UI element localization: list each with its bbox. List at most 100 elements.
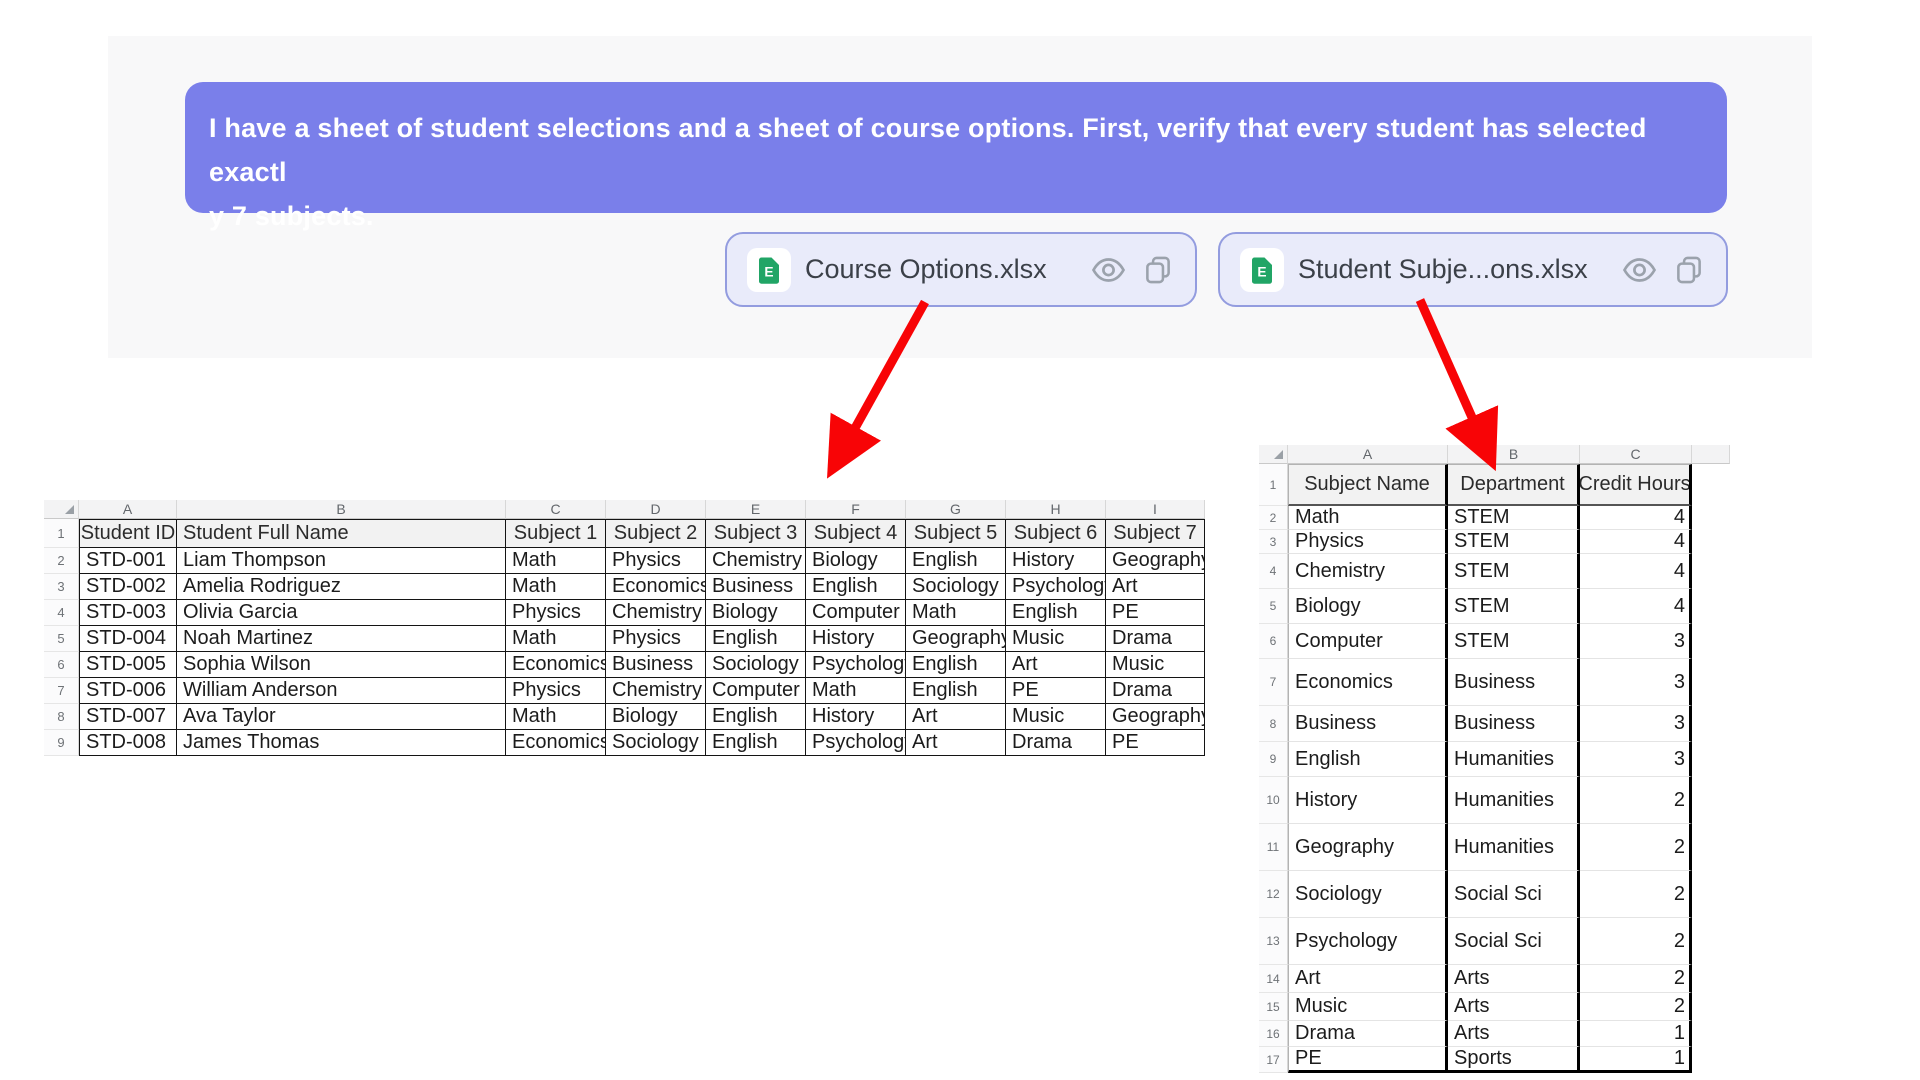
cell: Geography xyxy=(1106,704,1205,730)
cell: Noah Martinez xyxy=(177,626,506,652)
cell: Biology xyxy=(806,548,906,574)
cell: Economics xyxy=(606,574,706,600)
cell: Computer xyxy=(706,678,806,704)
cell: 2 xyxy=(1580,777,1692,824)
cell: Sports xyxy=(1448,1047,1580,1073)
cell: 3 xyxy=(1580,659,1692,706)
cell: Sociology xyxy=(706,652,806,678)
cell: Arts xyxy=(1448,993,1580,1021)
cell: Drama xyxy=(1106,678,1205,704)
cell: William Anderson xyxy=(177,678,506,704)
header-cell: Subject 1 xyxy=(506,519,606,548)
cell: English xyxy=(806,574,906,600)
column-letter: G xyxy=(906,500,1006,519)
header-cell: Subject 5 xyxy=(906,519,1006,548)
attachment-chip-student-subjects[interactable]: E Student Subje...ons.xlsx xyxy=(1218,232,1728,307)
row-number: 6 xyxy=(1259,624,1288,659)
header-cell: Subject 4 xyxy=(806,519,906,548)
cell: 4 xyxy=(1580,554,1692,589)
cell: 2 xyxy=(1580,965,1692,993)
cell: STEM xyxy=(1448,530,1580,554)
cell: Math xyxy=(506,704,606,730)
header-cell: Subject 6 xyxy=(1006,519,1106,548)
cell: STEM xyxy=(1448,506,1580,530)
cell: Music xyxy=(1288,993,1448,1021)
cell: Physics xyxy=(606,548,706,574)
header-cell: Student Full Name xyxy=(177,519,506,548)
attachment-chip-course-options[interactable]: E Course Options.xlsx xyxy=(725,232,1197,307)
cell: Business xyxy=(1448,659,1580,706)
cell: 2 xyxy=(1580,871,1692,918)
column-letter: D xyxy=(606,500,706,519)
cell: Economics xyxy=(1288,659,1448,706)
row-number: 15 xyxy=(1259,993,1288,1021)
cell: Biology xyxy=(1288,589,1448,624)
cell: PE xyxy=(1106,730,1205,756)
row-number: 2 xyxy=(1259,506,1288,530)
column-letter: B xyxy=(1448,445,1580,464)
cell: Psychology xyxy=(1006,574,1106,600)
cell: PE xyxy=(1006,678,1106,704)
row-number: 4 xyxy=(1259,554,1288,589)
excel-file-icon: E xyxy=(747,248,791,292)
cell: Liam Thompson xyxy=(177,548,506,574)
cell: Sociology xyxy=(606,730,706,756)
cell: Chemistry xyxy=(706,548,806,574)
cell: Physics xyxy=(506,678,606,704)
row-number: 5 xyxy=(1259,589,1288,624)
cell: Physics xyxy=(606,626,706,652)
cell: Math xyxy=(1288,506,1448,530)
preview-eye-icon[interactable] xyxy=(1621,255,1658,285)
cell: Chemistry xyxy=(1288,554,1448,589)
column-letter xyxy=(1692,445,1730,464)
row-number: 11 xyxy=(1259,824,1288,871)
row-number: 14 xyxy=(1259,965,1288,993)
attachment-filename: Course Options.xlsx xyxy=(805,254,1076,285)
cell: Computer xyxy=(1288,624,1448,659)
row-number: 7 xyxy=(44,678,79,704)
column-letter: H xyxy=(1006,500,1106,519)
preview-eye-icon[interactable] xyxy=(1090,255,1127,285)
row-number: 13 xyxy=(1259,918,1288,965)
cell: Art xyxy=(906,704,1006,730)
cell: Business xyxy=(706,574,806,600)
column-letter: F xyxy=(806,500,906,519)
cell: STD-004 xyxy=(79,626,177,652)
cell: Math xyxy=(506,626,606,652)
cell: Geography xyxy=(906,626,1006,652)
row-number: 17 xyxy=(1259,1047,1288,1073)
cell: Business xyxy=(1448,706,1580,742)
row-number: 9 xyxy=(44,730,79,756)
cell: Music xyxy=(1006,626,1106,652)
row-number: 2 xyxy=(44,548,79,574)
cell: Math xyxy=(906,600,1006,626)
cell: Physics xyxy=(1288,530,1448,554)
cell: PE xyxy=(1288,1047,1448,1073)
column-letter: A xyxy=(79,500,177,519)
cell: Music xyxy=(1106,652,1205,678)
cell: History xyxy=(1288,777,1448,824)
chat-panel: I have a sheet of student selections and… xyxy=(108,36,1812,358)
header-cell: Subject 2 xyxy=(606,519,706,548)
cell: 4 xyxy=(1580,530,1692,554)
cell: Psychology xyxy=(806,730,906,756)
copy-icon[interactable] xyxy=(1672,253,1706,287)
cell: Biology xyxy=(606,704,706,730)
row-number: 8 xyxy=(1259,706,1288,742)
cell: History xyxy=(806,626,906,652)
row-number: 10 xyxy=(1259,777,1288,824)
cell: Geography xyxy=(1106,548,1205,574)
cell: Drama xyxy=(1288,1021,1448,1047)
cell: 2 xyxy=(1580,993,1692,1021)
copy-icon[interactable] xyxy=(1141,253,1175,287)
cell: Art xyxy=(1288,965,1448,993)
cell: STD-003 xyxy=(79,600,177,626)
cell: Business xyxy=(606,652,706,678)
cell: English xyxy=(906,548,1006,574)
cell: STEM xyxy=(1448,589,1580,624)
cell: English xyxy=(706,704,806,730)
cell: 1 xyxy=(1580,1021,1692,1047)
header-cell: Credit Hours xyxy=(1580,464,1692,506)
cell: Sociology xyxy=(906,574,1006,600)
cell: Arts xyxy=(1448,965,1580,993)
